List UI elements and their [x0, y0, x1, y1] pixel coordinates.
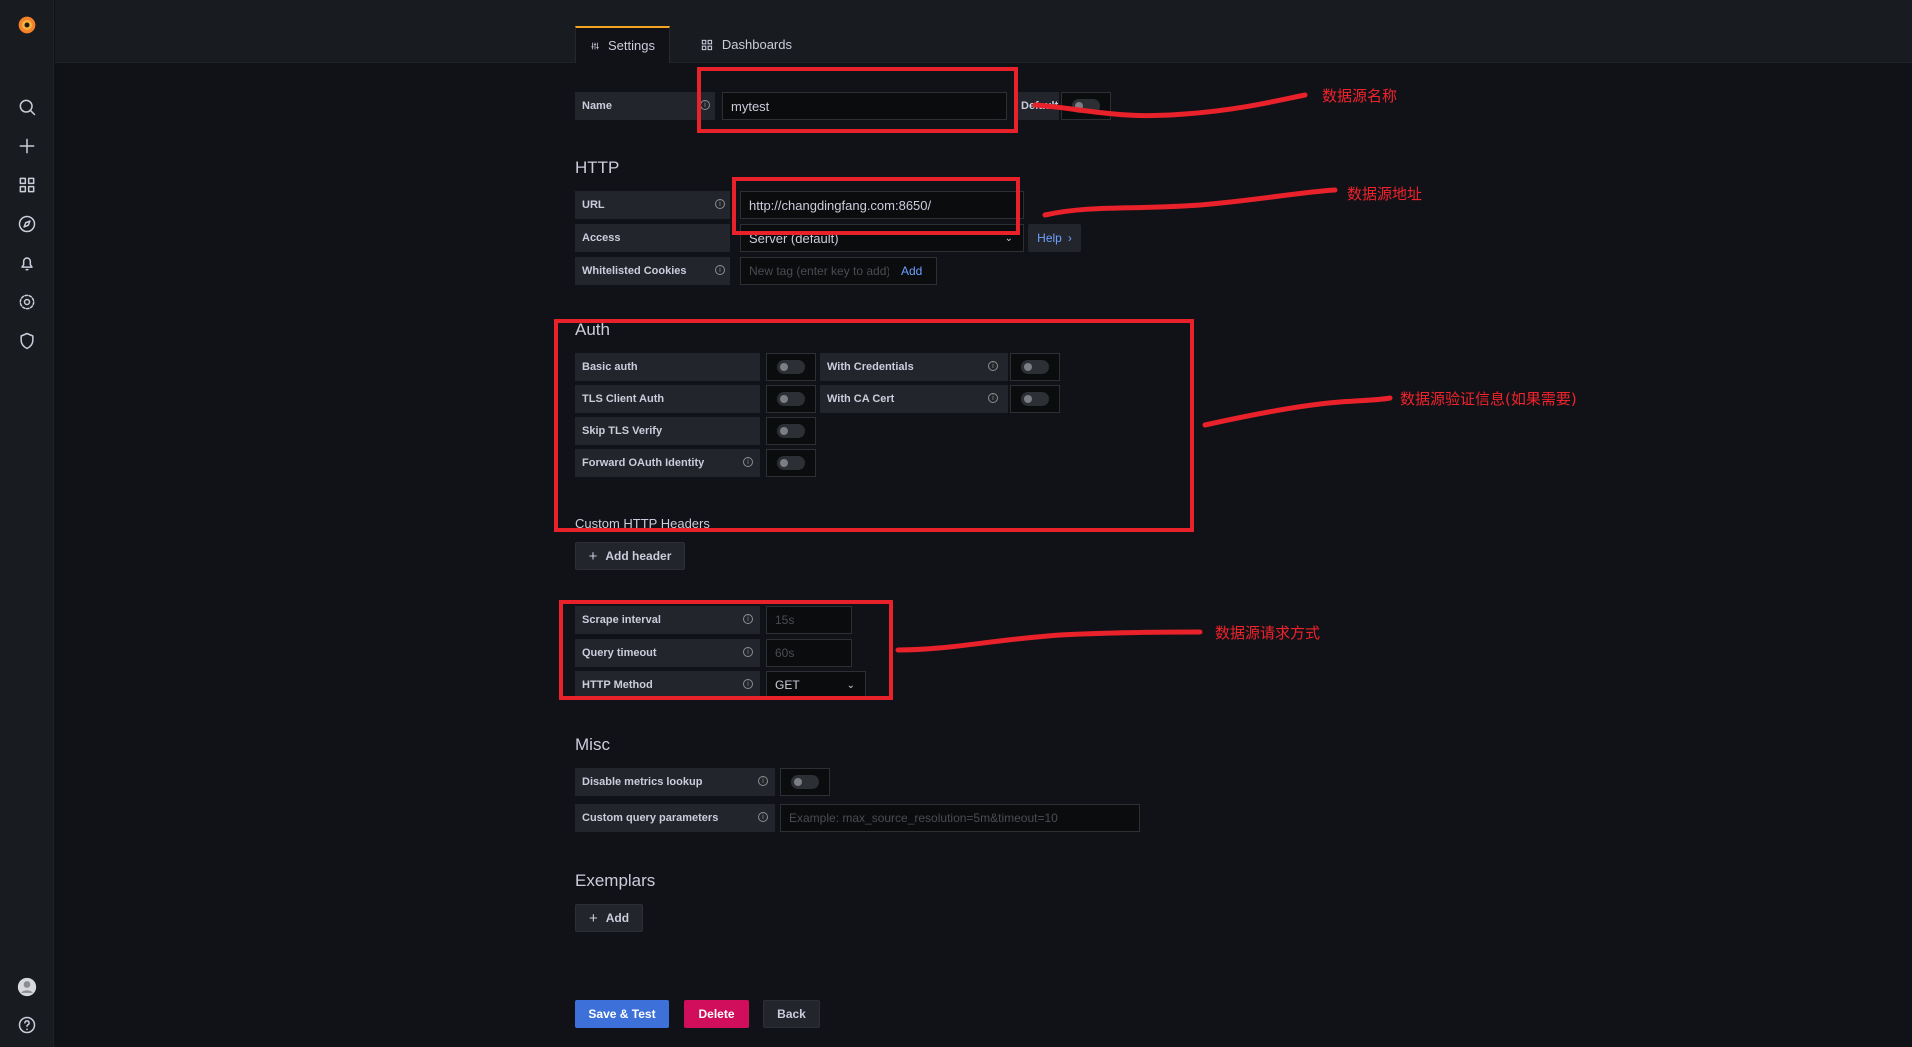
chevron-down-icon: ⌄	[846, 679, 855, 691]
access-select[interactable]: Server (default) ⌄	[740, 224, 1024, 252]
url-label: URL	[575, 191, 730, 219]
disable-metrics-toggle[interactable]	[780, 768, 830, 796]
access-select-value: Server (default)	[749, 230, 839, 246]
delete-button[interactable]: Delete	[684, 1000, 749, 1028]
query-timeout-label: Query timeout	[575, 639, 760, 667]
info-icon: i	[700, 100, 710, 110]
chevron-right-icon: ›	[1067, 231, 1072, 245]
avatar[interactable]	[12, 972, 42, 1002]
misc-section-title: Misc	[575, 735, 610, 754]
info-icon: i	[988, 393, 998, 403]
grafana-logo-icon[interactable]	[12, 10, 42, 40]
custom-query-input[interactable]: Example: max_source_resolution=5m&timeou…	[780, 804, 1140, 832]
with-credentials-toggle[interactable]	[1010, 353, 1060, 381]
plus-icon[interactable]	[12, 131, 42, 161]
http-method-select[interactable]: GET ⌄	[766, 671, 866, 699]
gear-icon[interactable]	[12, 287, 42, 317]
info-icon: i	[988, 361, 998, 371]
exemplars-section-title: Exemplars	[575, 871, 656, 890]
sidebar	[0, 0, 54, 1047]
tab-settings[interactable]: Settings	[575, 26, 670, 63]
help-button-label: Help	[1037, 231, 1062, 245]
custom-query-label: Custom query parameters	[575, 804, 775, 832]
page-header	[55, 0, 1912, 63]
info-icon: i	[743, 457, 753, 467]
basic-auth-label: Basic auth	[575, 353, 760, 381]
help-button[interactable]: Help ›	[1028, 224, 1081, 252]
scrape-interval-label: Scrape interval	[575, 606, 760, 634]
url-input[interactable]: http://changdingfang.com:8650/	[740, 191, 1024, 219]
with-credentials-label: With Credentials	[820, 353, 1008, 381]
custom-query-placeholder: Example: max_source_resolution=5m&timeou…	[789, 811, 1058, 825]
help-icon[interactable]	[12, 1010, 42, 1040]
custom-headers-title: Custom HTTP Headers	[575, 516, 710, 529]
skip-tls-toggle[interactable]	[766, 417, 816, 445]
cookies-placeholder: New tag (enter key to add)	[749, 264, 889, 278]
tls-client-auth-label: TLS Client Auth	[575, 385, 760, 413]
annotation-url-note: 数据源地址	[1347, 185, 1423, 203]
tab-settings-label: Settings	[608, 38, 655, 53]
with-ca-cert-toggle[interactable]	[1010, 385, 1060, 413]
access-label: Access	[575, 224, 730, 252]
dashboards-icon[interactable]	[12, 170, 42, 200]
add-exemplar-label: Add	[605, 911, 630, 925]
scrape-interval-placeholder: 15s	[775, 613, 795, 627]
add-exemplar-button[interactable]: + Add	[575, 904, 643, 932]
annotation-auth-note: 数据源验证信息(如果需要)	[1400, 390, 1577, 408]
with-ca-cert-label: With CA Cert	[820, 385, 1008, 413]
add-header-button[interactable]: + Add header	[575, 542, 685, 570]
name-input[interactable]: mytest	[722, 92, 1007, 120]
shield-icon[interactable]	[12, 326, 42, 356]
default-toggle[interactable]	[1061, 92, 1111, 120]
plus-icon: +	[588, 547, 598, 565]
bell-icon[interactable]	[12, 248, 42, 278]
compass-icon[interactable]	[12, 209, 42, 239]
search-icon[interactable]	[12, 92, 42, 122]
name-label: Name	[575, 92, 715, 120]
http-section-title: HTTP	[575, 158, 620, 177]
disable-metrics-label: Disable metrics lookup	[575, 768, 775, 796]
cookies-add-button[interactable]: Add	[901, 264, 922, 278]
cookies-input[interactable]: New tag (enter key to add) Add	[740, 257, 937, 285]
query-timeout-placeholder: 60s	[775, 646, 795, 660]
annotation-lines	[895, 92, 1393, 653]
info-icon: i	[715, 265, 725, 275]
cookies-label: Whitelisted Cookies	[575, 257, 730, 285]
forward-oauth-label: Forward OAuth Identity	[575, 449, 760, 477]
dashboards-icon	[701, 39, 713, 50]
auth-section-title: Auth	[575, 320, 610, 339]
tab-dashboards-label: Dashboards	[721, 37, 792, 52]
plus-icon: +	[588, 909, 598, 927]
info-icon: i	[758, 812, 768, 822]
query-timeout-input[interactable]: 60s	[766, 639, 852, 667]
info-icon: i	[758, 776, 768, 786]
info-icon: i	[743, 647, 753, 657]
scrape-interval-input[interactable]: 15s	[766, 606, 852, 634]
annotation-name-note: 数据源名称	[1322, 87, 1398, 105]
add-header-label: Add header	[605, 549, 672, 563]
tab-dashboards[interactable]: Dashboards	[686, 26, 806, 63]
skip-tls-label: Skip TLS Verify	[575, 417, 760, 445]
save-test-button[interactable]: Save & Test	[575, 1000, 669, 1028]
forward-oauth-toggle[interactable]	[766, 449, 816, 477]
basic-auth-toggle[interactable]	[766, 353, 816, 381]
info-icon: i	[743, 614, 753, 624]
tls-client-auth-toggle[interactable]	[766, 385, 816, 413]
http-method-value: GET	[775, 678, 800, 692]
back-button[interactable]: Back	[763, 1000, 820, 1028]
default-label: Default	[1014, 92, 1059, 120]
annotation-method-note: 数据源请求方式	[1215, 624, 1321, 642]
chevron-down-icon: ⌄	[1004, 232, 1013, 244]
sliders-icon	[591, 42, 599, 49]
http-method-label: HTTP Method	[575, 671, 760, 699]
info-icon: i	[743, 679, 753, 689]
info-icon: i	[715, 199, 725, 209]
